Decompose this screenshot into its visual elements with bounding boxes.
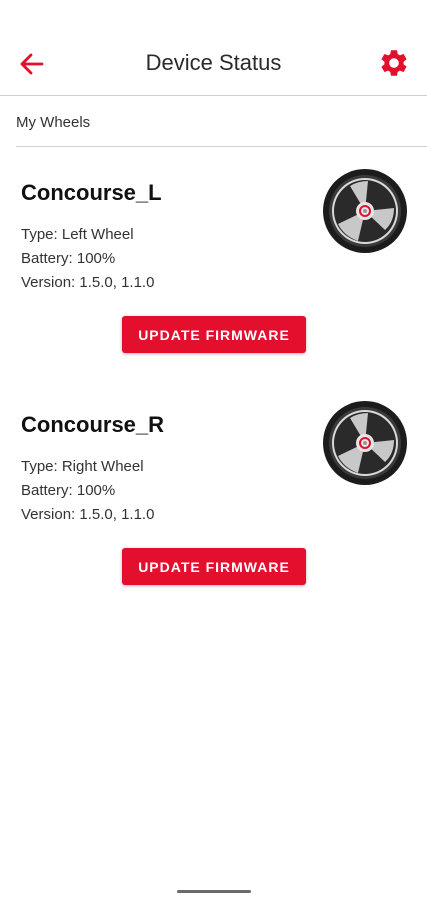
arrow-left-icon (20, 53, 44, 75)
section-header: My Wheels (16, 114, 91, 131)
wheel-icon (323, 401, 407, 485)
device-version: Version: 1.5.0, 1.1.0 (21, 506, 155, 523)
device-type: Type: Left Wheel (21, 226, 134, 243)
app-bar: Device Status (0, 0, 427, 96)
device-name: Concourse_R (21, 412, 165, 437)
device-battery: Battery: 100% (21, 482, 116, 499)
device-type: Type: Right Wheel (21, 458, 144, 475)
back-button[interactable] (14, 46, 50, 82)
page-title: Device Status (145, 50, 282, 75)
device-card-right: Concourse_R Type: Right Wheel Battery: 1… (0, 401, 427, 632)
section-divider (16, 146, 427, 147)
device-card-left: Concourse_L Type: Left Wheel Battery: 10… (0, 169, 427, 400)
gear-icon (381, 50, 407, 76)
device-version: Version: 1.5.0, 1.1.0 (21, 274, 155, 291)
device-name: Concourse_L (21, 180, 162, 205)
gesture-nav-handle[interactable] (177, 890, 251, 893)
update-firmware-button[interactable]: UPDATE FIRMWARE (122, 316, 306, 353)
settings-button[interactable] (375, 44, 413, 82)
wheel-icon (323, 169, 407, 253)
update-firmware-button[interactable]: UPDATE FIRMWARE (122, 548, 306, 585)
device-battery: Battery: 100% (21, 250, 116, 267)
